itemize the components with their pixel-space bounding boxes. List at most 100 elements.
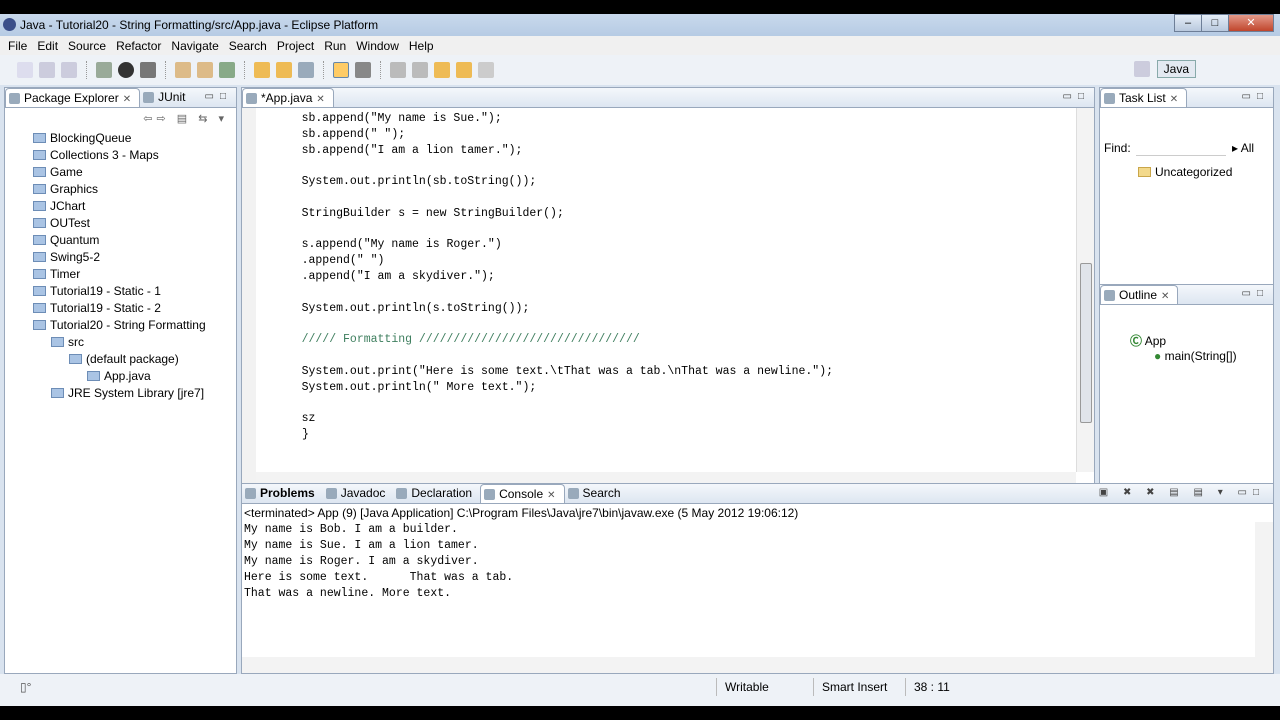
last-edit-icon[interactable] (434, 62, 450, 78)
previous-annotation-icon[interactable] (412, 62, 428, 78)
tree-item[interactable]: Collections 3 - Maps (5, 147, 236, 164)
tree-item[interactable]: OUTest (5, 215, 236, 232)
console-toolbar[interactable]: ▣ ✖ ✖ ▤ ▤ ▾ ▭□ (1099, 487, 1265, 498)
editor-vertical-scrollbar[interactable] (1076, 108, 1094, 472)
menu-help[interactable]: Help (404, 39, 439, 53)
java-perspective-button[interactable]: Java (1156, 60, 1196, 78)
menu-search[interactable]: Search (224, 39, 272, 53)
print-icon[interactable] (61, 62, 77, 78)
new-icon[interactable] (17, 62, 33, 78)
open-perspective-icon[interactable] (1133, 61, 1150, 77)
close-icon[interactable]: ✕ (123, 94, 131, 105)
tree-item-label: Game (50, 165, 83, 179)
menu-edit[interactable]: Edit (32, 39, 63, 53)
maximize-button[interactable]: □ (1201, 14, 1229, 32)
close-icon[interactable]: ✕ (1161, 291, 1169, 302)
outline-method-main[interactable]: ● main(String[]) (1154, 349, 1237, 363)
menu-run[interactable]: Run (319, 39, 351, 53)
minimize-maximize-icons[interactable]: ▭□ (1063, 91, 1091, 102)
tab-search[interactable]: Search (565, 484, 629, 503)
tree-item[interactable]: App.java (5, 368, 236, 385)
menu-refactor[interactable]: Refactor (111, 39, 166, 53)
menu-navigate[interactable]: Navigate (166, 39, 223, 53)
insert-mode-status: Smart Insert (813, 678, 905, 696)
minimize-button[interactable]: – (1174, 14, 1202, 32)
menu-bar: File Edit Source Refactor Navigate Search Proj… (0, 36, 1280, 55)
show-whitespace-icon[interactable] (355, 62, 371, 78)
all-filter-link[interactable]: ▸ All (1232, 141, 1254, 155)
tab-label: Declaration (411, 486, 473, 500)
tree-item[interactable]: Tutorial19 - Static - 2 (5, 300, 236, 317)
console-header: <terminated> App (9) [Java Application] … (244, 506, 799, 520)
writable-status: Writable (716, 678, 812, 696)
minimize-maximize-icons[interactable]: ▭□ (1242, 288, 1270, 299)
tree-item[interactable]: src (5, 334, 236, 351)
category-uncategorized[interactable]: Uncategorized (1138, 165, 1232, 179)
menu-file[interactable]: File (3, 39, 32, 53)
toggle-mark-occurrences-icon[interactable] (333, 62, 349, 78)
tab-junit[interactable]: JUnit (140, 88, 193, 107)
folder-icon (33, 201, 46, 211)
minimize-maximize-icons[interactable]: ▭□ (205, 91, 233, 102)
debug-icon[interactable] (96, 62, 112, 78)
next-annotation-icon[interactable] (390, 62, 406, 78)
find-input[interactable] (1136, 138, 1226, 156)
menu-window[interactable]: Window (351, 39, 404, 53)
tree-item[interactable]: Timer (5, 266, 236, 283)
tab-javadoc[interactable]: Javadoc (323, 484, 394, 503)
tree-item-label: JRE System Library [jre7] (68, 386, 205, 400)
new-class-icon[interactable] (197, 62, 213, 78)
run-icon[interactable] (118, 62, 134, 78)
tab-problems[interactable]: Problems (242, 484, 323, 503)
console-horizontal-scrollbar[interactable] (242, 657, 1255, 673)
tree-item-label: Tutorial19 - Static - 2 (50, 301, 161, 315)
tree-item[interactable]: Graphics (5, 181, 236, 198)
view-toolbar[interactable]: ⇦⇨ ▤ ⇆ ▾ (143, 112, 228, 125)
tree-item[interactable]: Quantum (5, 232, 236, 249)
external-tools-icon[interactable] (140, 62, 156, 78)
tab-outline[interactable]: Outline ✕ (1100, 285, 1179, 304)
outline-class-app[interactable]: Ⓒ App (1130, 332, 1166, 349)
tree-item-label: Swing5-2 (50, 250, 101, 264)
new-type-icon[interactable] (219, 62, 235, 78)
close-icon[interactable]: ✕ (547, 490, 555, 501)
tab-declaration[interactable]: Declaration (393, 484, 480, 503)
tree-item[interactable]: Game (5, 164, 236, 181)
toolbar: Java (0, 55, 1280, 85)
save-icon[interactable] (39, 62, 55, 78)
close-icon[interactable]: ✕ (316, 94, 324, 105)
editor-gutter (242, 108, 256, 490)
tree-item[interactable]: JRE System Library [jre7] (5, 385, 236, 402)
console-line: My name is Roger. I am a skydiver. (244, 555, 479, 568)
tab-label: Outline (1119, 288, 1158, 302)
back-icon[interactable] (456, 62, 472, 78)
forward-icon[interactable] (478, 62, 494, 78)
minimize-maximize-icons[interactable]: ▭□ (1242, 91, 1270, 102)
code-line: ///// Formatting ///////////////////////… (274, 333, 640, 347)
open-resource-icon[interactable] (276, 62, 292, 78)
menu-project[interactable]: Project (272, 39, 319, 53)
close-button[interactable]: ✕ (1228, 14, 1274, 32)
tree-item[interactable]: JChart (5, 198, 236, 215)
code-line: StringBuilder s = new StringBuilder(); (274, 206, 564, 220)
code-editor[interactable]: sb.append("My name is Sue."); sb.append(… (256, 110, 1072, 472)
tab-task-list[interactable]: Task List ✕ (1100, 88, 1188, 107)
tree-item[interactable]: Tutorial19 - Static - 1 (5, 283, 236, 300)
tree-item[interactable]: Tutorial20 - String Formatting (5, 317, 236, 334)
console-vertical-scrollbar[interactable] (1255, 522, 1273, 673)
menu-source[interactable]: Source (63, 39, 111, 53)
tree-item[interactable]: Swing5-2 (5, 249, 236, 266)
search-icon[interactable] (298, 62, 314, 78)
category-label: Uncategorized (1155, 165, 1233, 179)
tab-app-java[interactable]: *App.java ✕ (242, 88, 334, 107)
close-icon[interactable]: ✕ (1170, 94, 1178, 105)
new-package-icon[interactable] (175, 62, 191, 78)
tree-item[interactable]: (default package) (5, 351, 236, 368)
tab-console[interactable]: Console ✕ (480, 484, 565, 503)
fast-view-icon[interactable]: ▯° (20, 680, 31, 694)
code-line: sb.append(" "); (274, 127, 406, 141)
tree-item[interactable]: BlockingQueue (5, 130, 236, 147)
tab-package-explorer[interactable]: Package Explorer ✕ (5, 88, 141, 107)
tab-label: Package Explorer (24, 91, 119, 105)
open-type-icon[interactable] (254, 62, 270, 78)
